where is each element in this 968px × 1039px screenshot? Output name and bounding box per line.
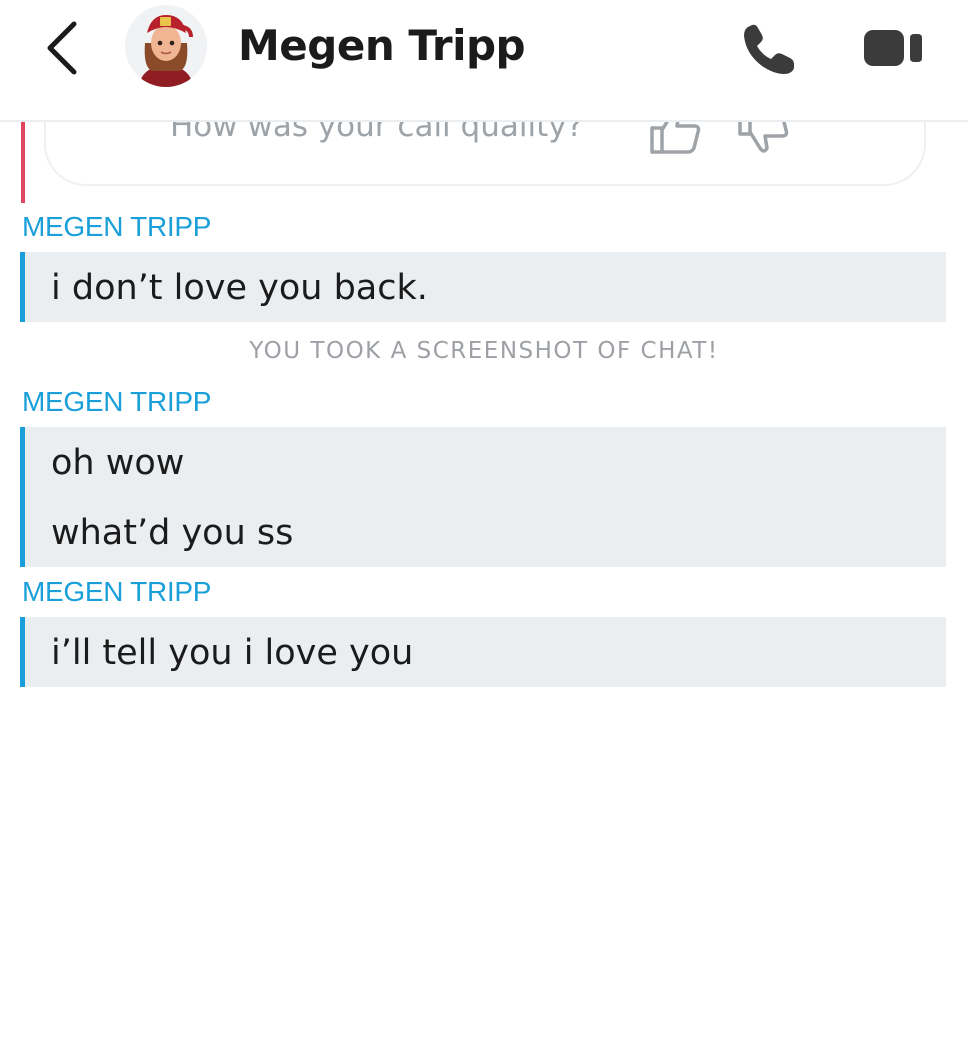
video-camera-icon[interactable] (862, 26, 926, 70)
message-bubble[interactable]: oh wow what’d you ss (20, 427, 946, 567)
message-text: i don’t love you back. (51, 268, 428, 308)
phone-icon[interactable] (738, 20, 800, 78)
screenshot-notice: YOU TOOK A SCREENSHOT OF CHAT! (249, 338, 719, 364)
avatar[interactable] (125, 5, 207, 87)
message-bubble[interactable]: i’ll tell you i love you (20, 617, 946, 687)
message-bubble[interactable]: i don’t love you back. (20, 252, 946, 322)
message-text: what’d you ss (51, 513, 294, 553)
contact-name[interactable]: Megen Tripp (238, 18, 526, 74)
chevron-left-icon[interactable] (36, 18, 88, 78)
chat-header: Megen Tripp (0, 0, 968, 122)
message-sender: MEGEN TRIPP (22, 386, 212, 417)
message-text: i’ll tell you i love you (51, 633, 414, 673)
message-sender: MEGEN TRIPP (22, 211, 212, 242)
message-sender: MEGEN TRIPP (22, 576, 212, 607)
message-text: oh wow (51, 443, 185, 483)
